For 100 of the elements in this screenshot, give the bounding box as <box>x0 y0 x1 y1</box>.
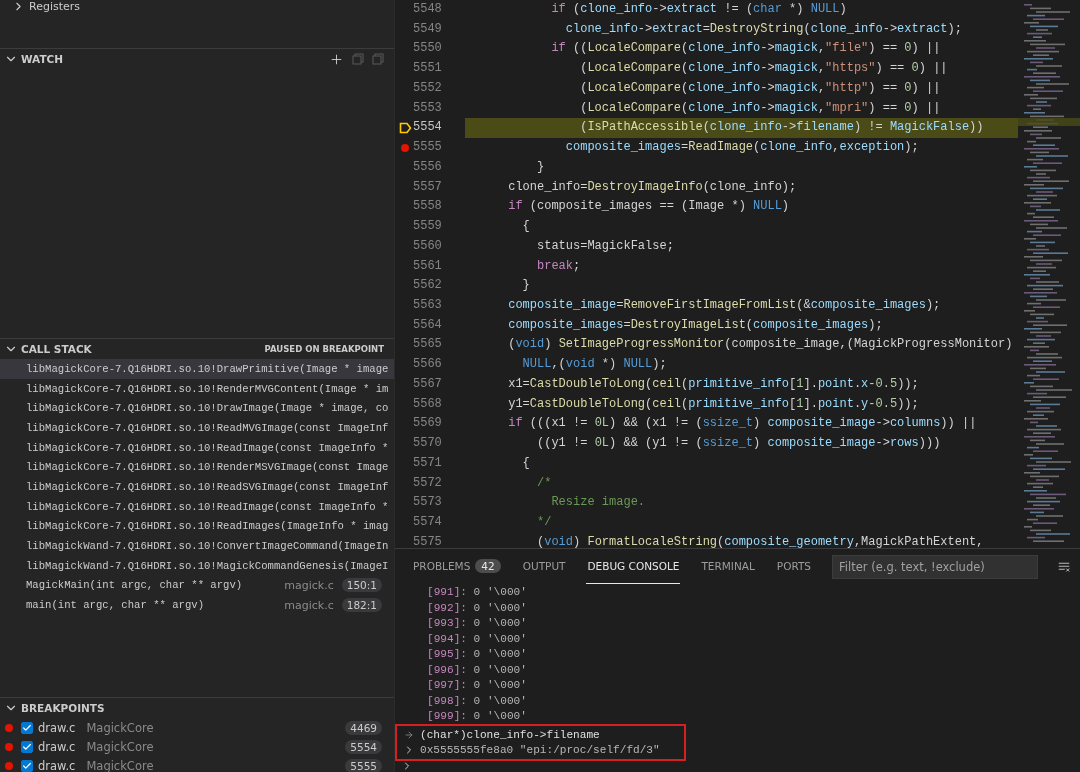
code-line: { <box>521 218 531 236</box>
breakpoint-folder: MagickCore <box>86 739 154 754</box>
panel-tab[interactable]: DEBUG CONSOLE <box>586 549 681 584</box>
code-line: if (clone_info->extract != (char *) NULL) <box>550 1 848 18</box>
breakpoint-item[interactable]: draw.c MagickCore 5554 <box>0 737 394 756</box>
breakpoint-file: draw.c <box>38 758 76 772</box>
frame-function: libMagickCore-7.Q16HDRI.so.10!ReadSVGImage(const ImageInf <box>26 480 389 493</box>
tree-item[interactable]: Registers <box>0 0 394 16</box>
frame-function: libMagickCore-7.Q16HDRI.so.10!ReadImage(const ImageInfo * <box>26 500 389 513</box>
panel-tab[interactable]: OUTPUT <box>521 549 567 584</box>
code-line: y1=CastDoubleToLong(ceil(primitive_info[1].point.y-0.5)); <box>507 395 920 413</box>
code-line: NULL,(void *) NULL); <box>521 356 668 374</box>
console-line: [993]: 0 '\000' <box>427 617 527 630</box>
breakpoint-item[interactable]: draw.c MagickCore 5555 <box>0 756 394 772</box>
line-number: 5563 <box>413 297 441 314</box>
panel-tab[interactable]: PROBLEMS 42 <box>412 549 502 584</box>
add-icon[interactable] <box>329 51 344 67</box>
line-number: 5549 <box>413 20 441 38</box>
breakpoint-folder: MagickCore <box>86 758 154 772</box>
line-number: 5553 <box>413 99 441 117</box>
line-badge: 5554 <box>345 739 382 754</box>
stack-frame[interactable]: libMagickCore-7.Q16HDRI.so.10!ReadImages(ImageInfo * imag <box>0 516 394 537</box>
console-line: [991]: 0 '\000' <box>427 586 527 599</box>
line-number: 5552 <box>413 79 441 97</box>
code-line: { <box>521 454 531 472</box>
console-line: [996]: 0 '\000' <box>427 663 527 676</box>
code-line: clone_info=DestroyImageInfo(clone_info); <box>507 178 798 196</box>
code-line: /* <box>536 474 553 492</box>
code-line: (LocaleCompare(clone_info->magick,"https") == 0) || <box>579 60 949 78</box>
line-number: 5562 <box>413 277 441 295</box>
stack-frame[interactable]: libMagickCore-7.Q16HDRI.so.10!RenderMSVGImage(const Image <box>0 457 394 478</box>
code-line: } <box>521 277 531 295</box>
frame-function: libMagickCore-7.Q16HDRI.so.10!DrawPrimitive(Image * image <box>26 362 389 375</box>
frame-file: magick.c <box>284 578 334 592</box>
filter-field[interactable]: Filter (e.g. text, !exclude) <box>832 554 1038 579</box>
code-line: x1=CastDoubleToLong(ceil(primitive_info[1].point.x-0.5)); <box>507 375 920 393</box>
tree-label: Registers <box>29 0 81 13</box>
code-line: Resize image. <box>550 494 647 512</box>
console-line: [999]: 0 '\000' <box>427 710 527 723</box>
breakpoint-file: draw.c <box>38 739 76 754</box>
line-number: 5561 <box>413 257 441 275</box>
console-line: [995]: 0 '\000' <box>427 648 527 661</box>
stack-frame[interactable]: libMagickWand-7.Q16HDRI.so.10!ConvertImageCommand(ImageIn <box>0 536 394 556</box>
code-line: if (composite_images == (Image *) NULL) <box>507 198 791 216</box>
code-line: */ <box>536 514 553 532</box>
line-number: 5569 <box>413 415 441 433</box>
code-line: composite_images=ReadImage(clone_info,exception); <box>564 139 920 157</box>
breakpoint-item[interactable]: draw.c MagickCore 4469 <box>0 718 394 737</box>
code-line: composite_image=RemoveFirstImageFromList(&composite_images); <box>507 297 942 314</box>
line-number: 5573 <box>413 494 441 512</box>
stack-frame[interactable]: libMagickWand-7.Q16HDRI.so.10!MagickCommandGenesis(ImageI <box>0 555 394 576</box>
code-line: composite_images=DestroyImageList(composite_images); <box>507 316 884 334</box>
console-line: [997]: 0 '\000' <box>427 679 527 692</box>
line-number: 5567 <box>413 375 441 393</box>
line-badge: 182:1 <box>341 598 382 613</box>
stack-frame[interactable]: libMagickCore-7.Q16HDRI.so.10!ReadSVGImage(const ImageInf <box>0 477 394 497</box>
line-number: 5548 <box>413 1 441 18</box>
stack-frame[interactable]: libMagickCore-7.Q16HDRI.so.10!RenderMVGContent(Image * im <box>0 378 394 399</box>
arrow-icon <box>403 729 414 740</box>
section-title: BREAKPOINTS <box>21 702 105 714</box>
line-number: 5556 <box>413 158 441 176</box>
frame-function: libMagickWand-7.Q16HDRI.so.10!ConvertImageCommand(ImageIn <box>26 540 389 553</box>
breakpoint-dot-icon <box>5 742 13 751</box>
panel-tab[interactable]: PORTS <box>775 549 813 584</box>
frame-function: main(int argc, char ** argv) <box>26 599 204 612</box>
frame-function: libMagickCore-7.Q16HDRI.so.10!ReadMVGImage(const ImageInf <box>26 421 389 434</box>
frame-function: libMagickCore-7.Q16HDRI.so.10!RenderMSVGImage(const Image <box>26 461 389 474</box>
stack-frame[interactable]: MagickMain(int argc, char ** argv) magick.c 150:1 <box>0 575 394 596</box>
stack-frame[interactable]: libMagickCore-7.Q16HDRI.so.10!ReadImage(const ImageInfo * <box>0 496 394 517</box>
line-number: 5566 <box>413 356 441 374</box>
stack-frame[interactable]: libMagickCore-7.Q16HDRI.so.10!DrawImage(Image * image, co <box>0 398 394 419</box>
frame-function: libMagickCore-7.Q16HDRI.so.10!ReadImages(ImageInfo * imag <box>26 520 389 533</box>
line-number: 5557 <box>413 178 441 196</box>
frame-file: magick.c <box>284 598 334 612</box>
frame-function: libMagickWand-7.Q16HDRI.so.10!MagickCommandGenesis(ImageI <box>26 559 389 572</box>
line-badge: 5555 <box>345 758 382 772</box>
frame-function: libMagickCore-7.Q16HDRI.so.10!RenderMVGContent(Image * im <box>26 382 389 395</box>
breakpoint-dot-icon <box>5 723 13 732</box>
stack-frame[interactable]: libMagickCore-7.Q16HDRI.so.10!ReadImage(const ImageInfo * <box>0 437 394 458</box>
checkbox[interactable] <box>21 721 33 734</box>
line-number: 5559 <box>413 218 441 236</box>
checkbox[interactable] <box>21 740 33 753</box>
code-line: (LocaleCompare(clone_info->magick,"mpri") == 0) || <box>579 99 942 117</box>
panel-tab[interactable]: TERMINAL <box>700 549 756 584</box>
count-badge: 42 <box>475 559 501 573</box>
line-badge: 150:1 <box>341 578 382 593</box>
checkbox[interactable] <box>21 759 33 772</box>
breakpoint-dot-icon <box>5 761 13 770</box>
frame-function: libMagickCore-7.Q16HDRI.so.10!DrawImage(Image * image, co <box>26 402 389 415</box>
console-line: [998]: 0 '\000' <box>427 694 527 707</box>
stack-frame[interactable]: main(int argc, char ** argv) magick.c 182:1 <box>0 595 394 615</box>
stack-frame[interactable]: libMagickCore-7.Q16HDRI.so.10!ReadMVGImage(const ImageInf <box>0 418 394 438</box>
stack-frame[interactable]: libMagickCore-7.Q16HDRI.so.10!DrawPrimitive(Image * image <box>0 359 394 379</box>
console-line: [992]: 0 '\000' <box>427 601 527 614</box>
line-number: 5558 <box>413 198 441 216</box>
line-number: 5550 <box>413 40 441 58</box>
line-number: 5571 <box>413 454 441 472</box>
breakpoint-dot-icon[interactable] <box>401 144 409 152</box>
line-number: 5572 <box>413 474 441 492</box>
console-line: (char*)clone_info->filename <box>420 728 600 741</box>
